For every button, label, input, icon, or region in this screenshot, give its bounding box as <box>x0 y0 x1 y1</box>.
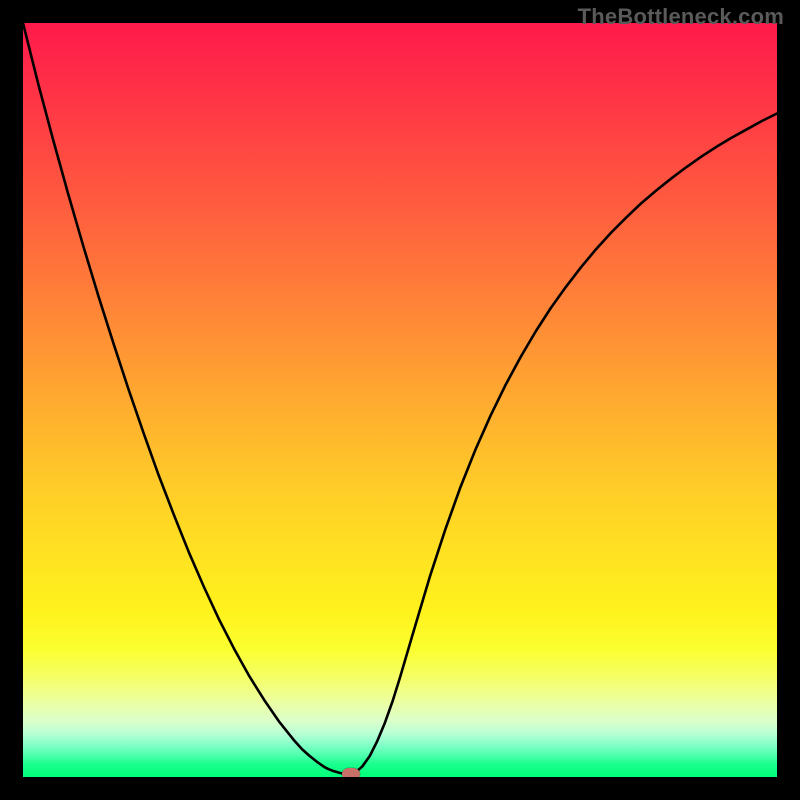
plot-area <box>23 23 777 777</box>
watermark-text: TheBottleneck.com <box>578 4 784 30</box>
bottleneck-curve <box>23 23 777 774</box>
chart-frame: TheBottleneck.com <box>0 0 800 800</box>
optimal-point-marker <box>342 768 360 777</box>
curve-svg <box>23 23 777 777</box>
